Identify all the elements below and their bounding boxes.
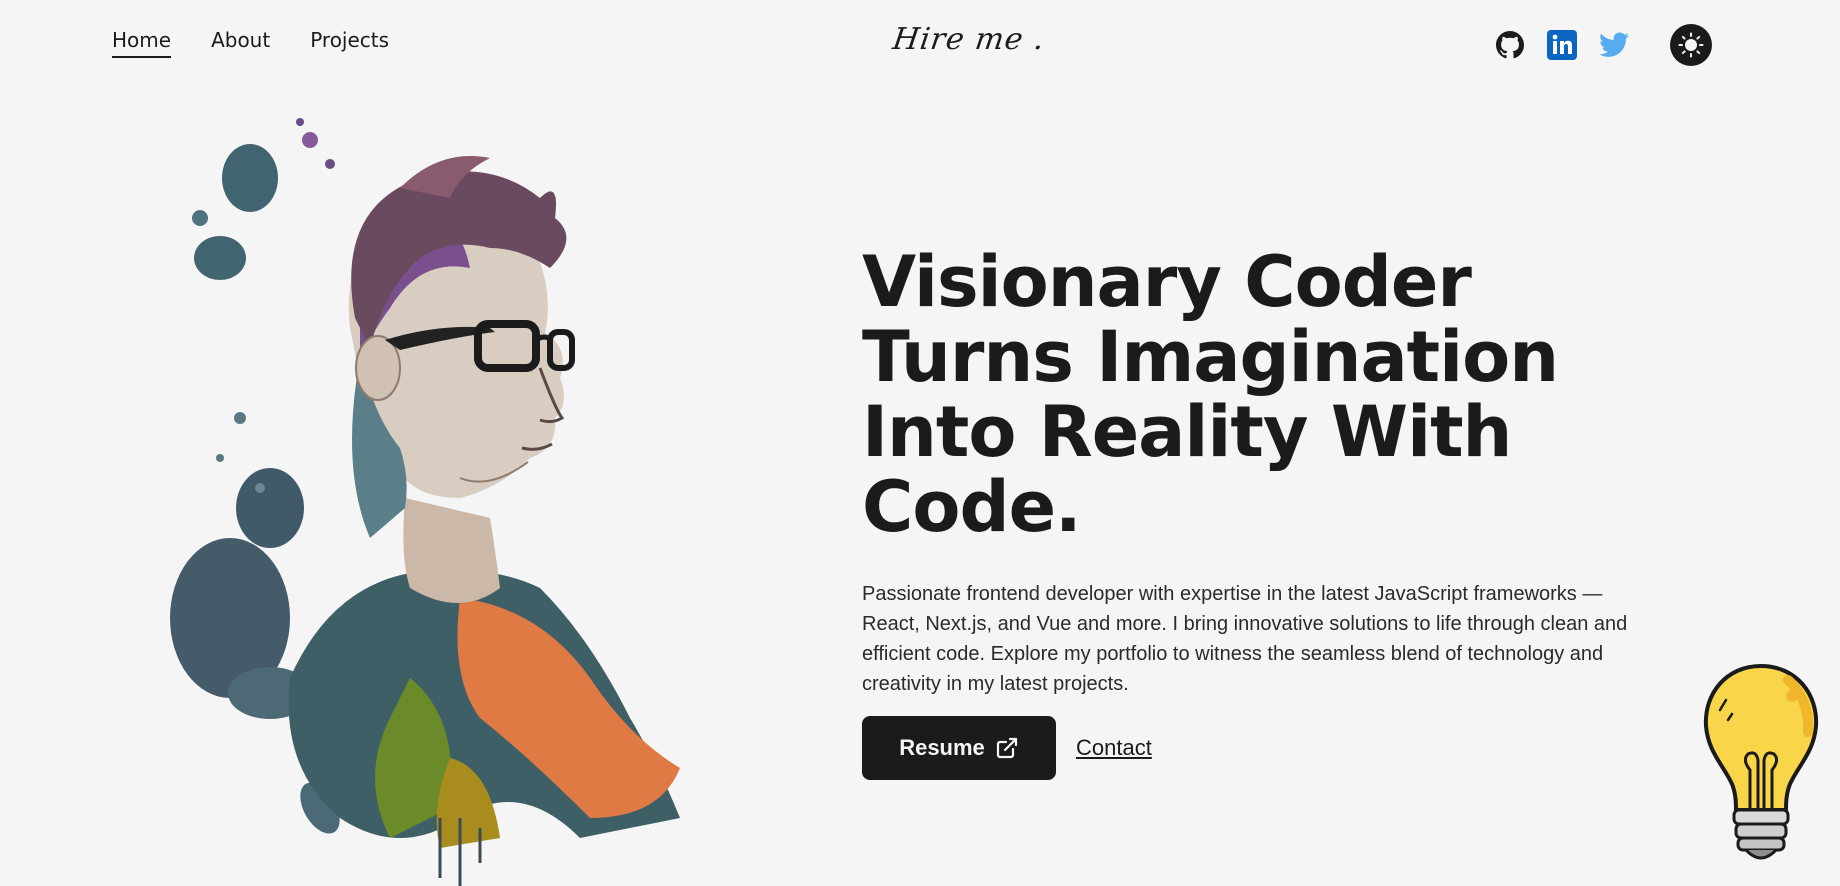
site-logo[interactable]: Hire me . [891, 22, 1048, 57]
external-link-icon [996, 737, 1017, 759]
main-nav: Home About Projects [112, 28, 389, 58]
linkedin-link[interactable] [1546, 29, 1578, 61]
sun-icon [1678, 32, 1704, 58]
theme-toggle-button[interactable] [1670, 24, 1712, 66]
twitter-icon [1599, 32, 1629, 57]
linkedin-icon [1547, 30, 1577, 60]
contact-link[interactable]: Contact [1076, 735, 1152, 761]
twitter-link[interactable] [1598, 29, 1630, 61]
nav-about-link[interactable]: About [211, 28, 270, 56]
hero-headline: Visionary Coder Turns Imagination Into R… [862, 241, 1559, 548]
hero-description: Passionate frontend developer with exper… [862, 583, 1628, 695]
lightbulb-icon[interactable] [1698, 660, 1824, 870]
nav-home-link[interactable]: Home [112, 28, 172, 58]
hero-actions: Resume Contact [862, 716, 1152, 780]
github-link[interactable] [1494, 29, 1526, 61]
resume-button[interactable]: Resume [862, 716, 1056, 780]
developer-portrait-illustration [170, 118, 680, 886]
resume-button-label: Resume [899, 735, 985, 760]
hero-section: Visionary Coder Turns Imagination Into R… [862, 245, 1642, 699]
social-links [1494, 24, 1712, 66]
github-icon [1496, 31, 1524, 59]
nav-projects-link[interactable]: Projects [310, 28, 389, 56]
